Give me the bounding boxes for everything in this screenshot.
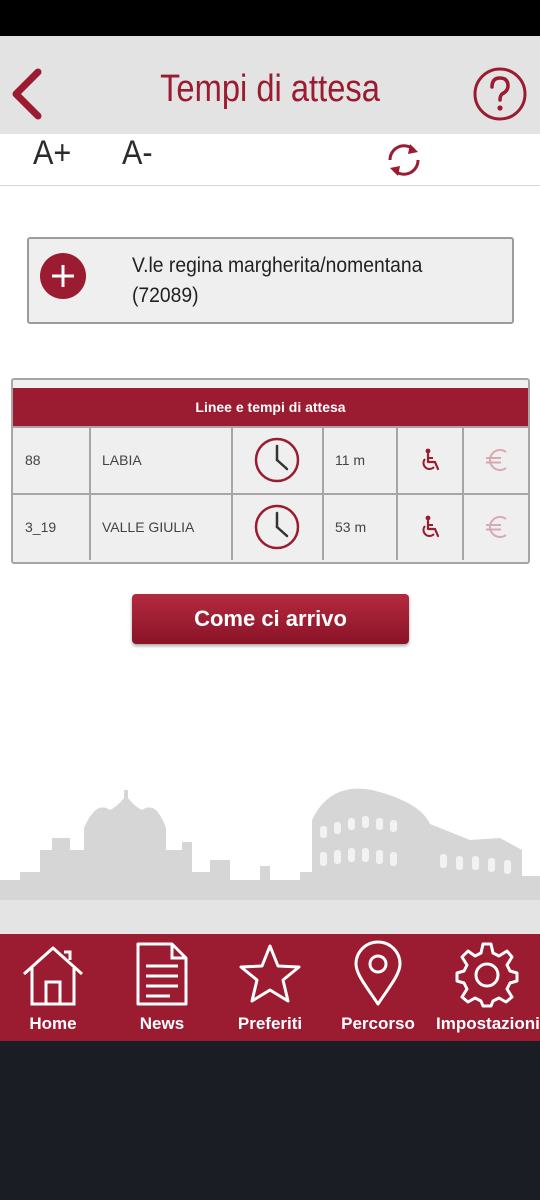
wait-time: 11 m [322, 428, 396, 493]
stop-name: V.le regina margherita/nomentana (72089) [132, 254, 423, 307]
table-header: Linee e tempi di attesa [13, 388, 528, 426]
system-navigation-area [0, 1041, 540, 1200]
question-icon [473, 67, 527, 121]
nav-home-label: Home [29, 1014, 77, 1033]
add-favorite-button[interactable] [40, 253, 86, 299]
line-number: 3_19 [25, 519, 57, 535]
help-button[interactable] [472, 66, 528, 122]
bottom-navigation: Home News Preferiti Percorso Impostazion… [0, 934, 540, 1041]
euro-icon [486, 516, 507, 538]
destination: VALLE GIULIA [89, 495, 231, 560]
destination: LABIA [89, 428, 231, 493]
ticket-cell [462, 428, 528, 493]
timetable-button[interactable] [231, 428, 322, 493]
nav-favorites[interactable]: Preferiti [222, 934, 318, 1041]
gear-icon [455, 942, 519, 1008]
accessibility-cell [396, 428, 462, 493]
line-number: 88 [25, 452, 41, 468]
clock-icon [254, 437, 300, 483]
back-button[interactable] [6, 64, 50, 124]
star-icon [239, 944, 301, 1003]
stop-card[interactable]: V.le regina margherita/nomentana (72089) [27, 237, 514, 324]
nav-home[interactable]: Home [4, 934, 102, 1041]
app-header: Tempi di attesa [0, 36, 540, 134]
map-pin-icon [354, 940, 402, 1006]
page-title: Tempi di attesa [160, 68, 380, 110]
table-row[interactable]: 88 LABIA 11 m [13, 426, 528, 493]
rome-skyline-illustration [0, 788, 540, 935]
document-icon [136, 942, 188, 1006]
font-size-toolbar: A+ A- [0, 134, 540, 186]
plus-icon [52, 265, 74, 287]
directions-button[interactable]: Come ci arrivo [132, 594, 409, 644]
ticket-cell [462, 495, 528, 560]
home-icon [22, 946, 84, 1006]
euro-icon [486, 449, 507, 471]
chevron-left-icon [12, 68, 42, 120]
nav-favorites-label: Preferiti [237, 1014, 303, 1033]
nav-settings[interactable]: Impostazioni [436, 934, 540, 1041]
table-row[interactable]: 3_19 VALLE GIULIA 53 m [13, 493, 528, 560]
timetable-button[interactable] [231, 495, 322, 560]
clock-icon [254, 504, 300, 550]
nav-route[interactable]: Percorso [330, 934, 426, 1041]
wheelchair-icon [422, 448, 440, 471]
font-decrease-button[interactable]: A- [122, 134, 153, 173]
refresh-icon [388, 144, 420, 176]
refresh-button[interactable] [384, 140, 424, 180]
nav-news[interactable]: News [112, 934, 212, 1041]
wait-time: 53 m [322, 495, 396, 560]
nav-news-label: News [139, 1014, 185, 1033]
status-bar [0, 0, 540, 36]
waiting-times-table: Linee e tempi di attesa 88 LABIA 11 m 3_… [11, 378, 530, 564]
nav-settings-label: Impostazioni [436, 1014, 540, 1033]
nav-route-label: Percorso [341, 1014, 415, 1033]
wheelchair-icon [422, 515, 440, 538]
font-increase-button[interactable]: A+ [33, 134, 71, 173]
accessibility-cell [396, 495, 462, 560]
